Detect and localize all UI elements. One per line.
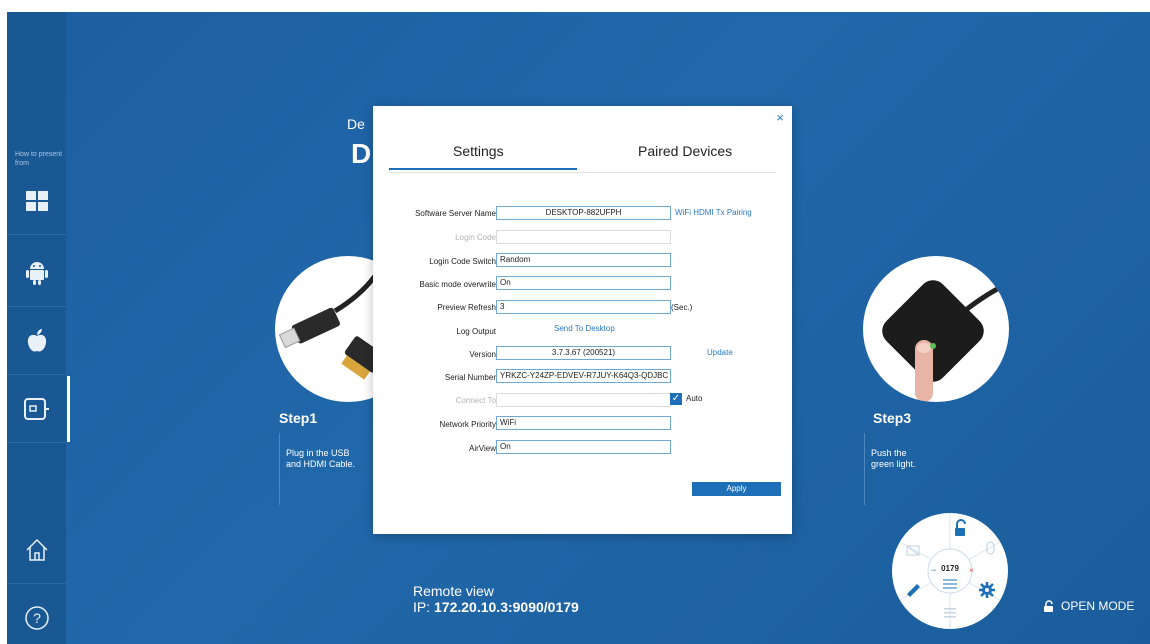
- sidebar-item-help[interactable]: ?: [7, 585, 66, 644]
- gear-icon: [979, 582, 995, 598]
- app-window: How to present from ? De D Step1 Plug in…: [7, 12, 1150, 644]
- login-code-label: Login Code: [455, 233, 496, 242]
- preview-refresh-unit: (Sec.): [671, 303, 693, 312]
- tab-divider: [389, 172, 776, 173]
- tab-settings[interactable]: Settings: [453, 143, 504, 159]
- sidebar-label: How to present from: [15, 151, 63, 167]
- step3-divider: [864, 433, 865, 505]
- home-icon: [25, 538, 48, 561]
- login-code-switch-select[interactable]: Random: [496, 253, 671, 267]
- remote-ip: IP: 172.20.10.3:9090/0179: [413, 599, 579, 615]
- sidebar: How to present from ?: [7, 12, 70, 644]
- close-icon[interactable]: ×: [776, 110, 784, 125]
- sidebar-item-android[interactable]: [7, 240, 66, 307]
- network-priority-label: Network Priority: [439, 420, 496, 429]
- windows-icon: [25, 191, 48, 211]
- basic-mode-select[interactable]: On: [496, 276, 671, 290]
- step3-text: Push the green light.: [871, 448, 916, 469]
- page-heading: D: [351, 138, 372, 169]
- preview-refresh-field[interactable]: 3: [496, 300, 671, 314]
- settings-dialog: × Settings Paired Devices Software Serve…: [373, 106, 792, 534]
- serial-number-field[interactable]: YRKZC-Y24ZP-EDVEV-R7JUY-K64Q3-QDJBC: [496, 369, 671, 383]
- hdmi-device-icon: [23, 398, 49, 420]
- step1-title: Step1: [279, 410, 318, 426]
- sidebar-item-home[interactable]: [7, 517, 66, 584]
- wifi-pairing-link[interactable]: WiFi HDMI Tx Pairing: [675, 208, 752, 217]
- list-icon: [944, 608, 956, 618]
- button-press-image: [882, 280, 1005, 402]
- step1-text: Plug in the USB and HDMI Cable.: [286, 448, 356, 469]
- auto-checkbox-label: Auto: [686, 394, 703, 403]
- auto-checkbox[interactable]: ✓: [670, 393, 682, 405]
- log-output-label: Log Output: [456, 327, 496, 336]
- remote-view-label: Remote view: [413, 583, 494, 599]
- send-to-desktop-link[interactable]: Send To Desktop: [554, 324, 615, 333]
- connect-to-field[interactable]: [496, 393, 671, 407]
- svg-text:×: ×: [969, 566, 974, 575]
- help-icon: ?: [24, 606, 49, 630]
- wheel-code: 0179: [941, 564, 959, 573]
- svg-text:?: ?: [33, 610, 41, 626]
- server-name-field[interactable]: DESKTOP-882UFPH: [496, 206, 671, 220]
- airview-select[interactable]: On: [496, 440, 671, 454]
- login-code-field[interactable]: [496, 230, 671, 244]
- step3-title: Step3: [873, 410, 912, 426]
- step3-illustration: [863, 256, 1009, 402]
- login-code-switch-label: Login Code Switch: [429, 257, 496, 266]
- connect-to-label: Connect To: [455, 396, 496, 405]
- android-icon: [25, 262, 48, 285]
- version-label: Version: [469, 350, 496, 359]
- apple-icon: [27, 329, 46, 352]
- version-field: 3.7.3.67 (200521): [496, 346, 671, 360]
- active-tab-indicator: [389, 168, 577, 170]
- server-name-label: Software Server Name: [415, 209, 496, 218]
- basic-mode-label: Basic mode overwrite: [419, 280, 496, 289]
- airview-label: AirView: [469, 444, 496, 453]
- unlock-icon: [1044, 600, 1053, 612]
- page-heading-small: De: [347, 116, 365, 132]
- sidebar-item-windows[interactable]: [7, 168, 66, 235]
- preview-refresh-label: Preview Refresh: [437, 303, 496, 312]
- serial-number-label: Serial Number: [444, 373, 496, 382]
- apply-button[interactable]: Apply: [692, 482, 781, 496]
- sidebar-item-device[interactable]: [7, 376, 70, 443]
- control-wheel[interactable]: − × 0179: [891, 512, 1009, 630]
- tab-paired-devices[interactable]: Paired Devices: [638, 143, 732, 159]
- open-mode-label: OPEN MODE: [1061, 599, 1135, 613]
- network-priority-select[interactable]: WiFi: [496, 416, 671, 430]
- sidebar-item-apple[interactable]: [7, 308, 66, 375]
- open-mode-indicator[interactable]: OPEN MODE: [1043, 599, 1134, 613]
- step1-divider: [279, 433, 280, 505]
- update-link[interactable]: Update: [707, 348, 733, 357]
